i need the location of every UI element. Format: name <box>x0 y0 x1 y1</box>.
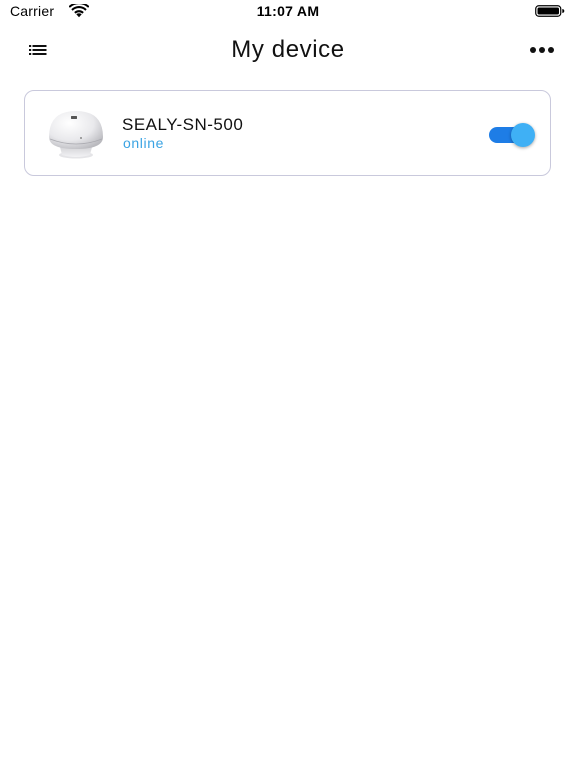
status-time: 11:07 AM <box>256 3 320 19</box>
navigation-bar: My device <box>0 22 576 78</box>
toggle-knob <box>511 123 535 147</box>
device-card[interactable]: SEALY-SN-500 online <box>24 90 551 176</box>
device-status-online: online <box>123 135 164 151</box>
device-name: SEALY-SN-500 <box>122 115 244 134</box>
battery-icon <box>535 5 565 17</box>
device-power-toggle[interactable] <box>487 123 539 147</box>
more-horizontal-icon[interactable] <box>526 40 558 60</box>
dome-sensor-device-image <box>49 111 103 159</box>
status-bar: Carrier 11:07 AM <box>0 0 576 22</box>
page-title: My device <box>231 36 345 63</box>
